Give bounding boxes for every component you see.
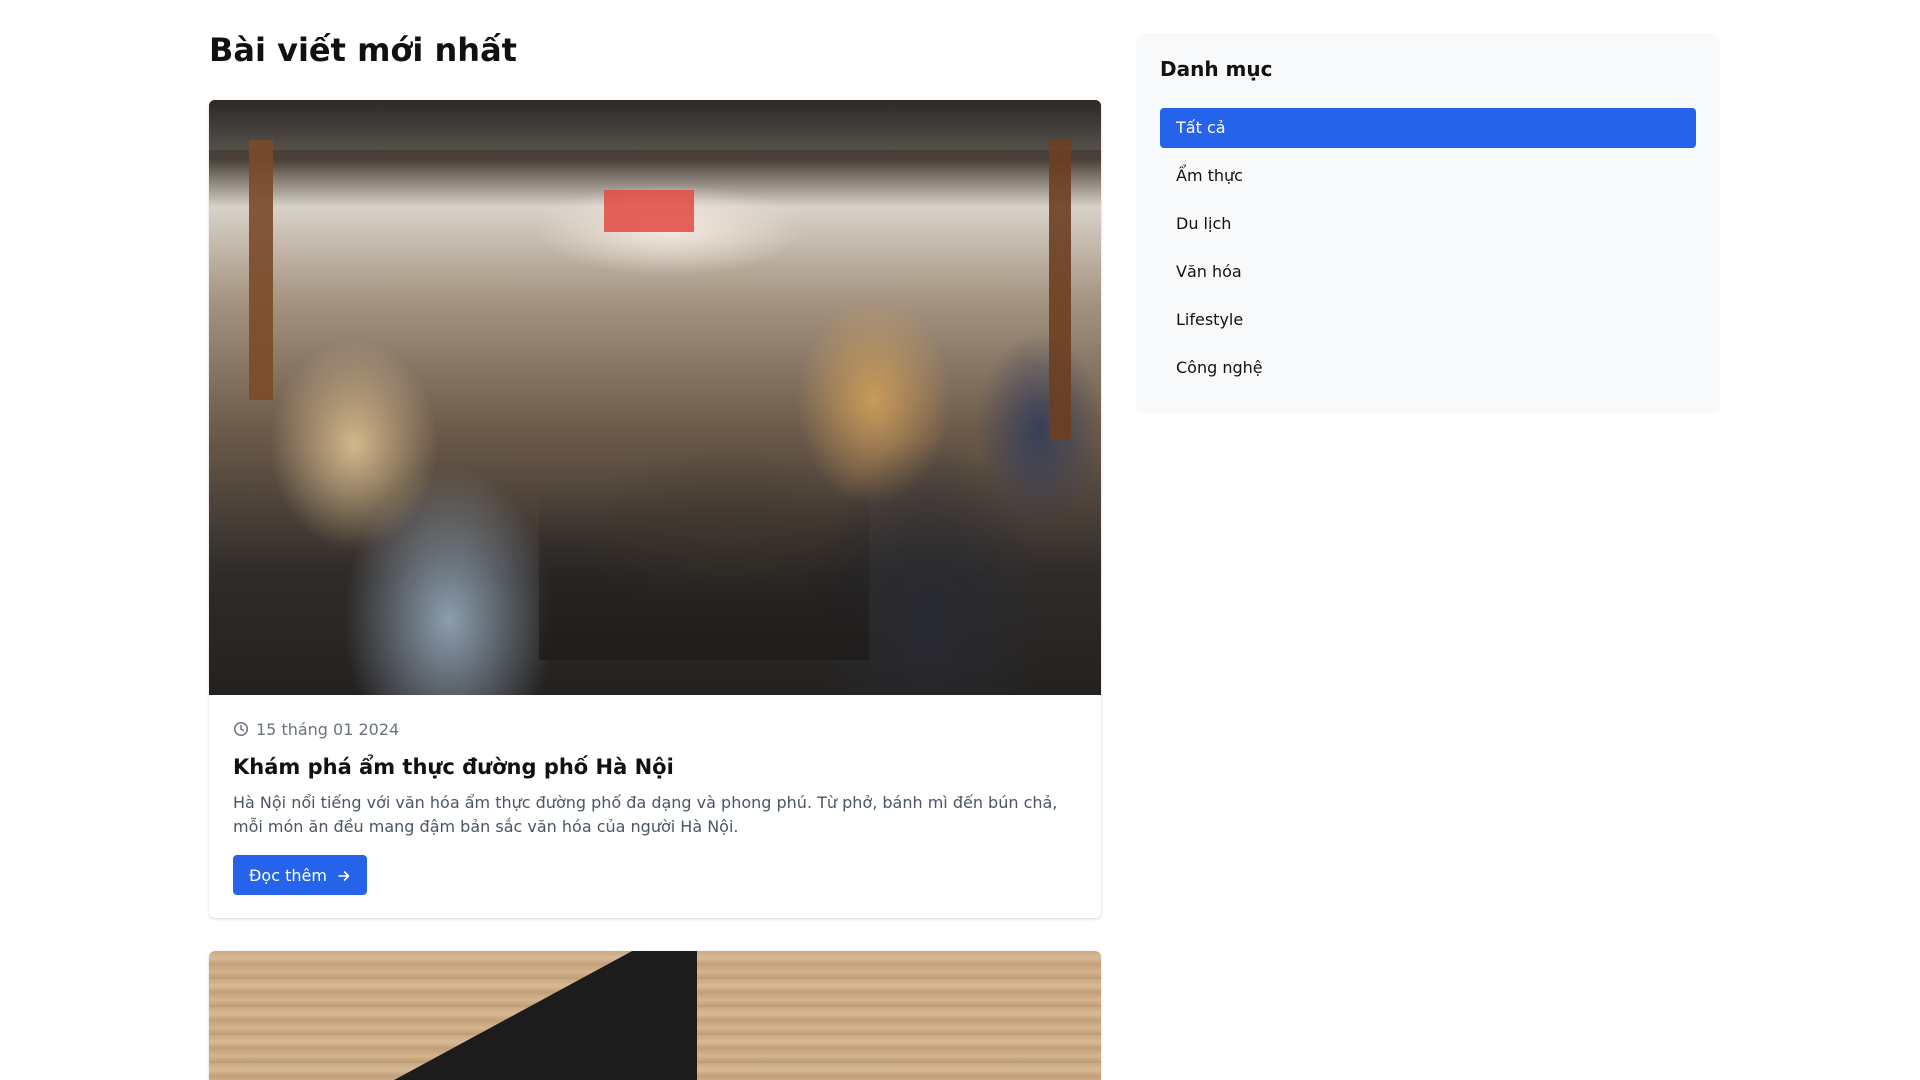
post-body: 15 tháng 01 2024 Khám phá ẩm thực đường … bbox=[209, 695, 1101, 895]
post-image[interactable] bbox=[209, 100, 1101, 695]
clock-icon bbox=[233, 721, 249, 737]
image-beam bbox=[1049, 140, 1071, 440]
post-card: 15 tháng 01 2024 Khám phá ẩm thực đường … bbox=[209, 100, 1101, 918]
read-more-label: Đọc thêm bbox=[249, 865, 327, 885]
image-table bbox=[539, 490, 869, 660]
image-laptop bbox=[337, 951, 697, 1080]
arrow-right-icon bbox=[337, 868, 351, 882]
category-list: Tất cả Ẩm thực Du lịch Văn hóa Lifestyle… bbox=[1160, 108, 1696, 396]
image-beam bbox=[249, 140, 273, 400]
post-card bbox=[209, 951, 1101, 1080]
post-date: 15 tháng 01 2024 bbox=[256, 719, 400, 739]
post-excerpt: Hà Nội nổi tiếng với văn hóa ẩm thực đườ… bbox=[233, 793, 1058, 836]
image-canopy bbox=[209, 100, 1101, 150]
post-image[interactable] bbox=[209, 951, 1101, 1080]
category-item-food[interactable]: Ẩm thực bbox=[1160, 156, 1696, 196]
post-title[interactable]: Khám phá ẩm thực đường phố Hà Nội bbox=[233, 753, 1077, 781]
category-item-culture[interactable]: Văn hóa bbox=[1160, 252, 1696, 292]
sidebar-title: Danh mục bbox=[1160, 57, 1273, 81]
category-item-technology[interactable]: Công nghệ bbox=[1160, 348, 1696, 388]
post-meta: 15 tháng 01 2024 bbox=[233, 719, 1077, 739]
read-more-button[interactable]: Đọc thêm bbox=[233, 855, 367, 895]
category-sidebar: Danh mục Tất cả Ẩm thực Du lịch Văn hóa … bbox=[1136, 33, 1720, 413]
category-item-travel[interactable]: Du lịch bbox=[1160, 204, 1696, 244]
page-title: Bài viết mới nhất bbox=[209, 31, 517, 69]
page: Bài viết mới nhất 15 tháng 01 2024 Khám … bbox=[0, 0, 1920, 1080]
category-item-all[interactable]: Tất cả bbox=[1160, 108, 1696, 148]
category-item-lifestyle[interactable]: Lifestyle bbox=[1160, 300, 1696, 340]
image-sign bbox=[604, 190, 694, 232]
